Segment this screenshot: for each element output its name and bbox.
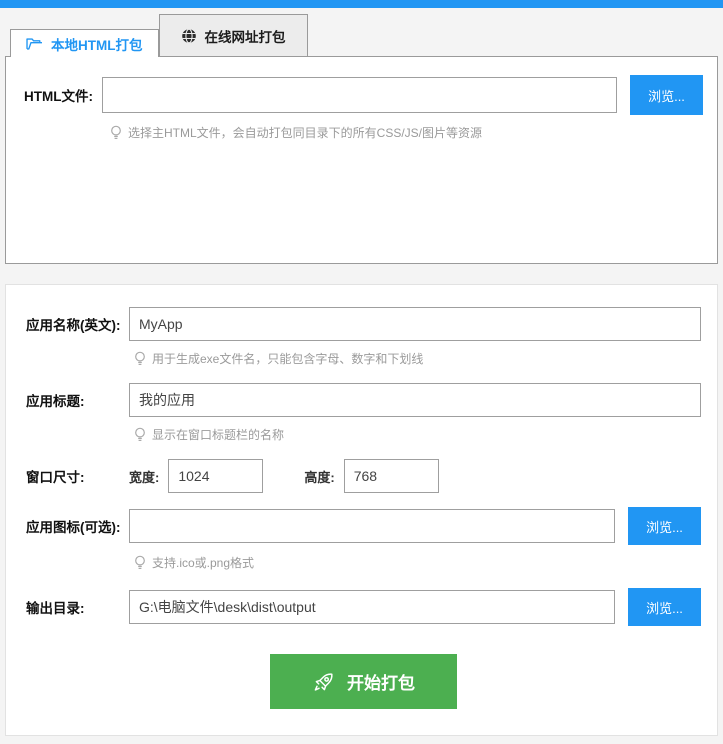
output-dir-browse-button[interactable]: 浏览...	[628, 588, 701, 626]
lightbulb-icon	[134, 427, 146, 443]
start-packaging-label: 开始打包	[347, 669, 415, 694]
app-icon-hint: 支持.ico或.png格式	[134, 554, 701, 571]
html-file-browse-button[interactable]: 浏览...	[630, 75, 703, 115]
height-label: 高度:	[304, 467, 334, 486]
app-title-hint: 显示在窗口标题栏的名称	[134, 426, 701, 443]
app-title-row: 应用标题:	[26, 383, 701, 417]
window-size-label: 窗口尺寸:	[26, 466, 129, 486]
app-name-row: 应用名称(英文):	[26, 307, 701, 341]
top-accent-bar	[0, 0, 723, 8]
rocket-icon	[312, 670, 336, 694]
app-name-hint-text: 用于生成exe文件名，只能包含字母、数字和下划线	[152, 350, 423, 367]
output-dir-input[interactable]	[129, 590, 615, 624]
tab-online-url[interactable]: 在线网址打包	[159, 14, 308, 56]
output-dir-row: 输出目录: 浏览...	[26, 588, 701, 626]
tab-online-label: 在线网址打包	[205, 26, 286, 46]
html-file-hint: 选择主HTML文件，会自动打包同目录下的所有CSS/JS/图片等资源	[110, 124, 703, 141]
start-packaging-button[interactable]: 开始打包	[270, 654, 457, 709]
app-icon-hint-text: 支持.ico或.png格式	[152, 554, 254, 571]
app-icon-row: 应用图标(可选): 浏览...	[26, 507, 701, 545]
app-title-input[interactable]	[129, 383, 701, 417]
settings-panel: 应用名称(英文): 用于生成exe文件名，只能包含字母、数字和下划线 应用标题:…	[5, 284, 718, 736]
window-size-row: 窗口尺寸: 宽度: 高度:	[26, 459, 701, 493]
app-title-hint-text: 显示在窗口标题栏的名称	[152, 426, 284, 443]
app-icon-browse-button[interactable]: 浏览...	[628, 507, 701, 545]
start-button-area: 开始打包	[26, 654, 701, 709]
html-file-hint-text: 选择主HTML文件，会自动打包同目录下的所有CSS/JS/图片等资源	[128, 124, 482, 141]
lightbulb-icon	[110, 125, 122, 141]
width-label: 宽度:	[129, 467, 159, 486]
html-file-label: HTML文件:	[24, 85, 93, 105]
folder-icon	[26, 37, 43, 51]
lightbulb-icon	[134, 555, 146, 571]
app-name-hint: 用于生成exe文件名，只能包含字母、数字和下划线	[134, 350, 701, 367]
tab-local-html[interactable]: 本地HTML打包	[10, 29, 159, 57]
lightbulb-icon	[134, 351, 146, 367]
width-input[interactable]	[168, 459, 263, 493]
output-dir-label: 输出目录:	[26, 597, 129, 617]
tab-local-label: 本地HTML打包	[51, 34, 143, 54]
tab-bar: 本地HTML打包 在线网址打包	[0, 8, 723, 56]
html-file-row: HTML文件: 浏览...	[24, 75, 703, 115]
app-name-input[interactable]	[129, 307, 701, 341]
html-file-input[interactable]	[102, 77, 617, 113]
local-html-panel: HTML文件: 浏览... 选择主HTML文件，会自动打包同目录下的所有CSS/…	[5, 56, 718, 264]
globe-icon	[181, 28, 197, 44]
app-icon-input[interactable]	[129, 509, 615, 543]
app-icon-label: 应用图标(可选):	[26, 516, 129, 536]
app-title-label: 应用标题:	[26, 390, 129, 410]
height-input[interactable]	[344, 459, 439, 493]
app-name-label: 应用名称(英文):	[26, 314, 129, 334]
